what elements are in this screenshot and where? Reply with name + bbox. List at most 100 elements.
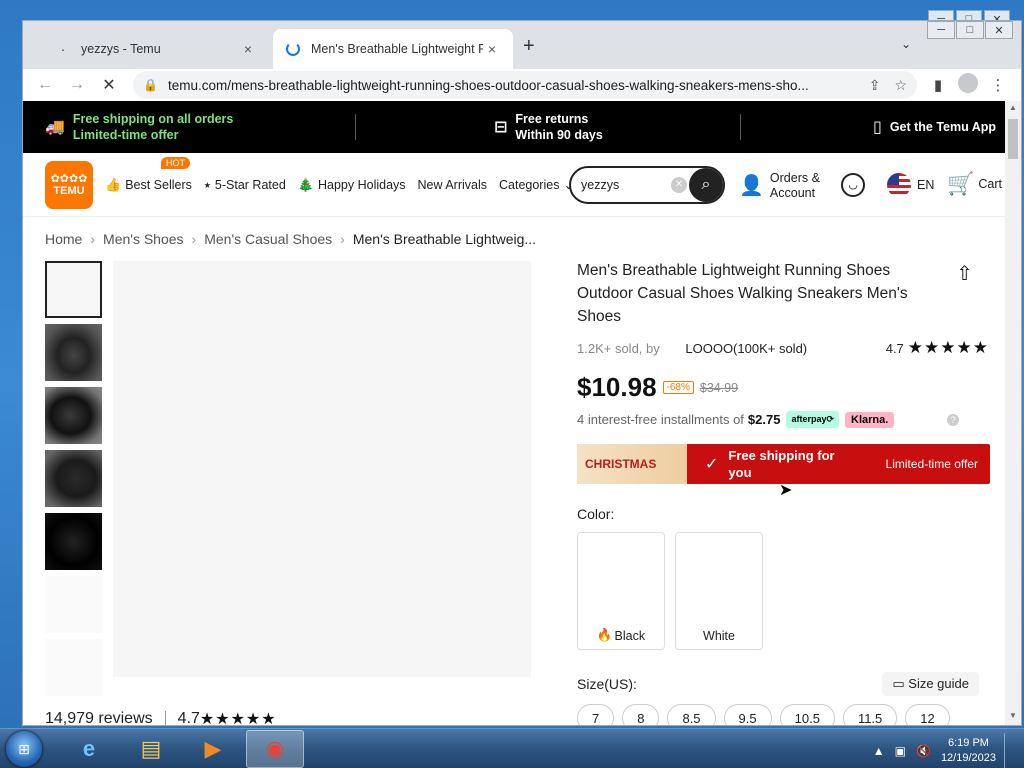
promo-shipping-title: Free shipping on all orders (72, 112, 234, 126)
scroll-up-arrow-icon[interactable]: ▲ (1005, 103, 1021, 117)
tab-search-button[interactable]: ⌄ (901, 37, 911, 51)
christmas-shipping-banner[interactable]: CHRISTMAS ✓ Free shipping for you Limite… (577, 444, 990, 484)
product-thumbnail[interactable] (45, 639, 102, 696)
product-thumbnail[interactable] (45, 576, 102, 633)
bookmark-star-icon[interactable]: ☆ (894, 77, 907, 94)
scroll-down-arrow-icon[interactable]: ▼ (1005, 711, 1021, 725)
search-icon[interactable]: ⌕ (689, 168, 723, 202)
taskbar: ⊞ e ▤ ▶ ◉ ▲ ▣ 🔇 6:19 PM 12/19/2023 (0, 728, 1024, 768)
size-option[interactable]: 9.5 (723, 704, 772, 725)
tab-product[interactable]: Men's Breathable Lightweight Ru × (273, 29, 513, 69)
network-icon[interactable]: ▣ (895, 744, 906, 758)
color-option-white[interactable]: White (675, 532, 763, 650)
product-thumbnail[interactable] (45, 450, 102, 507)
back-arrow-icon[interactable]: ← (31, 71, 59, 99)
side-panel-icon[interactable]: ▮ (923, 76, 953, 94)
search-value[interactable]: yezzys (581, 178, 619, 192)
size-option[interactable]: 12 (905, 704, 950, 725)
scrollbar-thumb[interactable] (1008, 119, 1018, 159)
promo-returns-title: Free returns (515, 112, 589, 126)
size-option[interactable]: 7 (577, 704, 615, 725)
truck-icon: 🚚 (45, 119, 65, 136)
internet-explorer-icon[interactable]: e (60, 730, 118, 768)
orders-account-link[interactable]: 👤 Orders & Account (739, 171, 820, 201)
logo-mark: ✿✿✿✿ (50, 172, 88, 185)
show-desktop-button[interactable] (1004, 733, 1018, 768)
cart-link[interactable]: 🛒 Cart (947, 171, 1002, 197)
product-rating[interactable]: 4.7 ★★★★★ (886, 338, 989, 358)
size-guide-button[interactable]: ▭ Size guide (882, 672, 979, 696)
breadcrumb-mens-shoes[interactable]: Men's Shoes (103, 231, 184, 247)
free-returns-promo[interactable]: ⊟ Free returns Within 90 days (494, 111, 740, 143)
tab-close-icon[interactable]: × (483, 41, 501, 57)
help-icon[interactable]: ? (947, 413, 959, 426)
product-thumbnail[interactable] (45, 261, 102, 318)
clock[interactable]: 6:19 PM 12/19/2023 (941, 736, 996, 766)
size-option[interactable]: 8 (622, 704, 660, 725)
share-icon[interactable]: ⇧ (956, 261, 973, 286)
address-bar[interactable]: 🔒 temu.com/mens-breathable-lightweight-r… (133, 71, 917, 99)
seller-link[interactable]: LOOOO(100K+ sold) (685, 341, 807, 356)
file-explorer-icon[interactable]: ▤ (122, 730, 180, 768)
minimize-button[interactable]: ─ (927, 21, 955, 39)
size-option[interactable]: 8.5 (667, 704, 716, 725)
lock-icon[interactable]: 🔒 (143, 78, 158, 92)
star-badge-icon: ⭑ (203, 176, 211, 192)
product-thumbnail[interactable] (45, 387, 102, 444)
thumbnail-list (45, 261, 102, 702)
nav-new-arrivals[interactable]: New Arrivals (418, 178, 487, 192)
maximize-button[interactable]: □ (956, 21, 984, 39)
clear-search-icon[interactable]: ✕ (671, 177, 687, 193)
get-app-promo[interactable]: ▯ Get the Temu App (873, 117, 996, 137)
stop-loading-icon[interactable]: ✕ (95, 71, 123, 99)
search-input[interactable]: yezzys ✕ ⌕ (569, 166, 725, 204)
color-option-black[interactable]: 🔥 Black (577, 532, 665, 650)
size-options: 7 8 8.5 9.5 10.5 11.5 12 (577, 704, 989, 725)
nav-happy-holidays[interactable]: 🎄 Happy Holidays (298, 177, 406, 193)
system-tray: ▲ ▣ 🔇 6:19 PM 12/19/2023 (873, 733, 1018, 768)
show-hidden-icons-icon[interactable]: ▲ (873, 744, 885, 758)
review-count: 14,979 reviews (45, 710, 153, 726)
christmas-label: CHRISTMAS (577, 444, 687, 484)
tab-close-icon[interactable]: × (239, 41, 257, 57)
product-title: Men's Breathable Lightweight Running Sho… (577, 262, 908, 325)
tab-title: Men's Breathable Lightweight Ru (311, 42, 483, 56)
promo-bar: 🚚 Free shipping on all orders Limited-ti… (23, 101, 1005, 153)
main-product-image[interactable] (113, 261, 531, 677)
url-text[interactable]: temu.com/mens-breathable-lightweight-run… (168, 78, 855, 93)
media-player-icon[interactable]: ▶ (184, 730, 242, 768)
nav-label: Happy Holidays (317, 177, 406, 192)
temu-logo[interactable]: ✿✿✿✿ TEMU (45, 160, 93, 209)
divider (164, 711, 166, 725)
breadcrumb-mens-casual-shoes[interactable]: Men's Casual Shoes (204, 231, 332, 247)
page-scrollbar[interactable]: ▲ ▼ (1005, 101, 1021, 725)
forward-arrow-icon[interactable]: → (63, 71, 91, 99)
nav-five-star[interactable]: ⭑ 5-Star Rated (204, 177, 286, 193)
language-selector[interactable]: EN (887, 173, 934, 197)
size-option[interactable]: 11.5 (842, 704, 898, 725)
product-thumbnail[interactable] (45, 513, 102, 570)
close-button[interactable]: ✕ (985, 21, 1013, 39)
size-option[interactable]: 10.5 (779, 704, 835, 725)
clock-time: 6:19 PM (947, 737, 989, 749)
product-thumbnail[interactable] (45, 324, 102, 381)
returns-box-icon: ⊟ (494, 119, 508, 136)
volume-muted-icon[interactable]: 🔇 (916, 744, 931, 758)
support-chat-icon[interactable]: ◡ (841, 173, 865, 197)
browser-menu-icon[interactable]: ⋮ (983, 76, 1013, 94)
size-label: Size(US): (577, 676, 637, 692)
new-tab-button[interactable]: + (523, 35, 535, 58)
share-page-icon[interactable]: ⇪ (869, 77, 881, 94)
profile-avatar-icon[interactable] (953, 73, 983, 97)
flame-icon: 🔥 (596, 628, 613, 642)
tab-yezzys[interactable]: · yezzys - Temu × (43, 29, 269, 69)
free-shipping-promo[interactable]: 🚚 Free shipping on all orders Limited-ti… (45, 111, 355, 143)
promo-app-label: Get the Temu App (889, 120, 997, 134)
nav-categories[interactable]: Categories ⌄ (499, 177, 574, 193)
loading-spinner-icon (285, 41, 301, 57)
nav-best-sellers[interactable]: HOT 👍 Best Sellers (105, 156, 192, 193)
chrome-icon[interactable]: ◉ (246, 730, 304, 768)
reviews-summary[interactable]: 14,979 reviews 4.7 ★★★★★ (45, 709, 277, 726)
start-button[interactable]: ⊞ (6, 731, 42, 767)
breadcrumb-home[interactable]: Home (45, 231, 82, 247)
